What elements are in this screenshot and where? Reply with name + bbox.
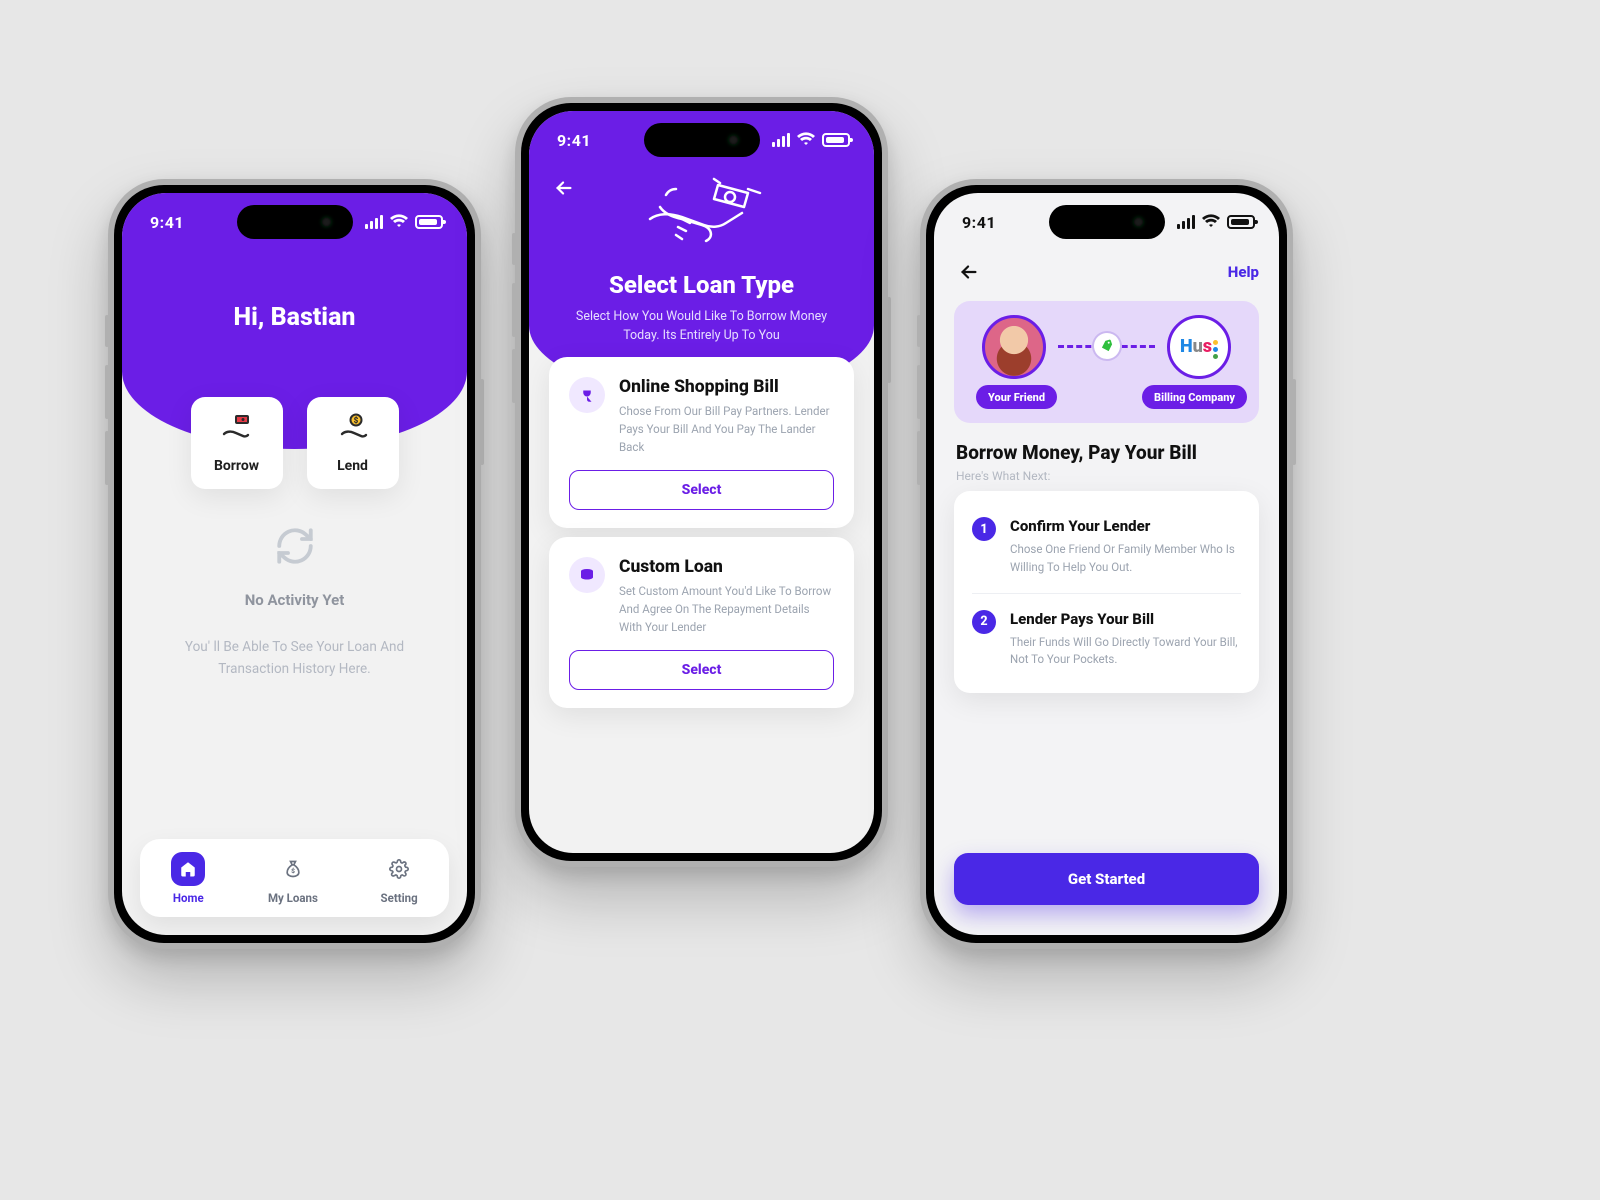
card-description: Chose From Our Bill Pay Partners. Lender… <box>619 403 834 456</box>
borrow-tile[interactable]: Borrow <box>191 397 283 489</box>
back-button[interactable] <box>549 173 579 203</box>
steps-card: 1 Confirm Your Lender Chose One Friend O… <box>954 491 1259 693</box>
company-logo: Hus <box>1167 315 1231 379</box>
card-title: Online Shopping Bill <box>619 377 834 397</box>
tab-myloans[interactable]: $ My Loans <box>268 852 318 905</box>
section-subtitle: Here's What Next: <box>956 469 1257 483</box>
step-number: 2 <box>972 610 996 634</box>
battery-icon <box>822 133 850 147</box>
status-right <box>1177 207 1255 232</box>
page-subtitle: Select How You Would Like To Borrow Mone… <box>569 307 834 346</box>
dynamic-island <box>237 205 353 239</box>
status-time: 9:41 <box>962 207 996 232</box>
card-description: Set Custom Amount You'd Like To Borrow A… <box>619 583 834 636</box>
lend-label: Lend <box>337 458 368 474</box>
status-right <box>772 125 850 150</box>
help-link[interactable]: Help <box>1228 263 1259 281</box>
greeting-title: Hi, Bastian <box>122 303 467 332</box>
step-row: 2 Lender Pays Your Bill Their Funds Will… <box>972 593 1241 686</box>
avatar <box>982 315 1046 379</box>
refresh-icon <box>272 523 318 569</box>
hus-logo: Hus <box>1180 336 1218 359</box>
phone-loan-type: 9:41 Select Loan T <box>515 97 888 867</box>
step-description: Chose One Friend Or Family Member Who Is… <box>1010 541 1241 577</box>
money-bag-icon: $ <box>276 852 310 886</box>
tab-setting-label: Setting <box>381 891 418 905</box>
battery-icon <box>1227 215 1255 229</box>
svg-text:$: $ <box>291 867 295 875</box>
borrow-label: Borrow <box>214 458 259 474</box>
svg-text:$: $ <box>353 416 358 425</box>
step-description: Their Funds Will Go Directly Toward Your… <box>1010 634 1241 670</box>
back-button[interactable] <box>954 257 984 287</box>
select-button[interactable]: Select <box>569 470 834 510</box>
borrow-icon <box>220 412 254 448</box>
tab-myloans-label: My Loans <box>268 891 318 905</box>
empty-state-subtitle: You' ll Be Able To See Your Loan And Tra… <box>156 637 433 680</box>
tab-home[interactable]: Home <box>171 852 205 905</box>
lend-tile[interactable]: $ Lend <box>307 397 399 489</box>
section-title: Borrow Money, Pay Your Bill <box>956 441 1257 464</box>
loan-card-custom: Custom Loan Set Custom Amount You'd Like… <box>549 537 854 708</box>
step-title: Lender Pays Your Bill <box>1010 610 1241 628</box>
select-button[interactable]: Select <box>569 650 834 690</box>
lend-icon: $ <box>336 412 370 448</box>
status-right <box>365 207 443 232</box>
status-time: 9:41 <box>557 125 591 150</box>
empty-state-title: No Activity Yet <box>245 591 345 609</box>
wifi-icon <box>797 131 815 150</box>
home-icon <box>171 852 205 886</box>
plug-icon <box>569 377 605 413</box>
gear-icon <box>382 852 416 886</box>
dynamic-island <box>1049 205 1165 239</box>
card-title: Custom Loan <box>619 557 834 577</box>
wifi-icon <box>1202 213 1220 232</box>
hero-label-company: Billing Company <box>1142 385 1247 409</box>
tab-bar: Home $ My Loans Setting <box>140 839 449 917</box>
coins-icon <box>569 557 605 593</box>
hero-label-friend: Your Friend <box>976 385 1057 409</box>
loan-card-online-shopping: Online Shopping Bill Chose From Our Bill… <box>549 357 854 528</box>
tab-setting[interactable]: Setting <box>381 852 418 905</box>
step-title: Confirm Your Lender <box>1010 517 1241 535</box>
battery-icon <box>415 215 443 229</box>
cash-exchange-icon <box>642 175 762 263</box>
dynamic-island <box>644 123 760 157</box>
price-tag-icon <box>1088 327 1126 365</box>
phone-borrow-flow: 9:41 Help <box>920 179 1293 949</box>
cellular-icon <box>365 215 383 229</box>
hero-diagram: Hus Your Friend Billing Company <box>954 301 1259 423</box>
status-time: 9:41 <box>150 207 184 232</box>
cellular-icon <box>1177 215 1195 229</box>
step-row: 1 Confirm Your Lender Chose One Friend O… <box>972 507 1241 593</box>
get-started-button[interactable]: Get Started <box>954 853 1259 905</box>
cellular-icon <box>772 133 790 147</box>
mockup-stage: 9:41 Hi, Bastian Borrow <box>0 0 1600 1200</box>
phone-home: 9:41 Hi, Bastian Borrow <box>108 179 481 949</box>
wifi-icon <box>390 213 408 232</box>
page-title: Select Loan Type <box>529 271 874 299</box>
tab-home-label: Home <box>173 891 204 905</box>
step-number: 1 <box>972 517 996 541</box>
